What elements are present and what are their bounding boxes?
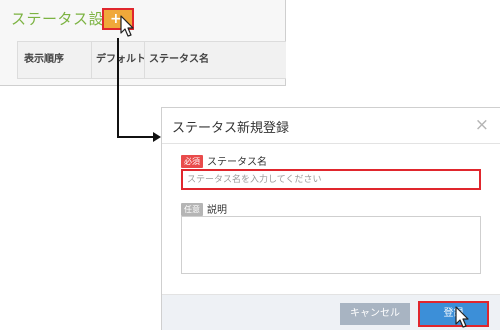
status-settings-panel: ステータス設定 + 表示順序 デフォルト ステータス名 xyxy=(0,0,286,86)
optional-badge: 任意 xyxy=(181,203,203,216)
plus-icon: + xyxy=(110,11,122,27)
column-header-default: デフォルト xyxy=(91,42,146,78)
description-textarea[interactable] xyxy=(181,216,481,274)
column-header-display-order: 表示順序 xyxy=(24,54,64,65)
description-label: 説明 xyxy=(207,205,227,216)
status-name-input[interactable] xyxy=(181,169,481,190)
dialog-header: ステータス新規登録 × xyxy=(162,108,500,144)
dialog-footer: キャンセル 登録 xyxy=(162,294,500,330)
new-status-dialog: ステータス新規登録 × 必須ステータス名 任意説明 キャンセル 登録 xyxy=(161,107,500,330)
description-label-row: 任意 説明 xyxy=(181,201,227,216)
status-name-label-row: 必須 ステータス名 xyxy=(181,153,267,168)
close-icon[interactable]: × xyxy=(475,115,489,135)
column-header-status-name: ステータス名 xyxy=(144,42,209,78)
status-table-header: 表示順序 デフォルト ステータス名 xyxy=(17,41,286,79)
cancel-button[interactable]: キャンセル xyxy=(340,303,410,325)
register-button[interactable]: 登録 xyxy=(418,301,489,327)
add-status-button[interactable]: + xyxy=(102,8,134,30)
required-badge: 必須 xyxy=(181,155,203,168)
dialog-title: ステータス新規登録 xyxy=(172,121,290,136)
status-name-label: ステータス名 xyxy=(207,157,267,168)
